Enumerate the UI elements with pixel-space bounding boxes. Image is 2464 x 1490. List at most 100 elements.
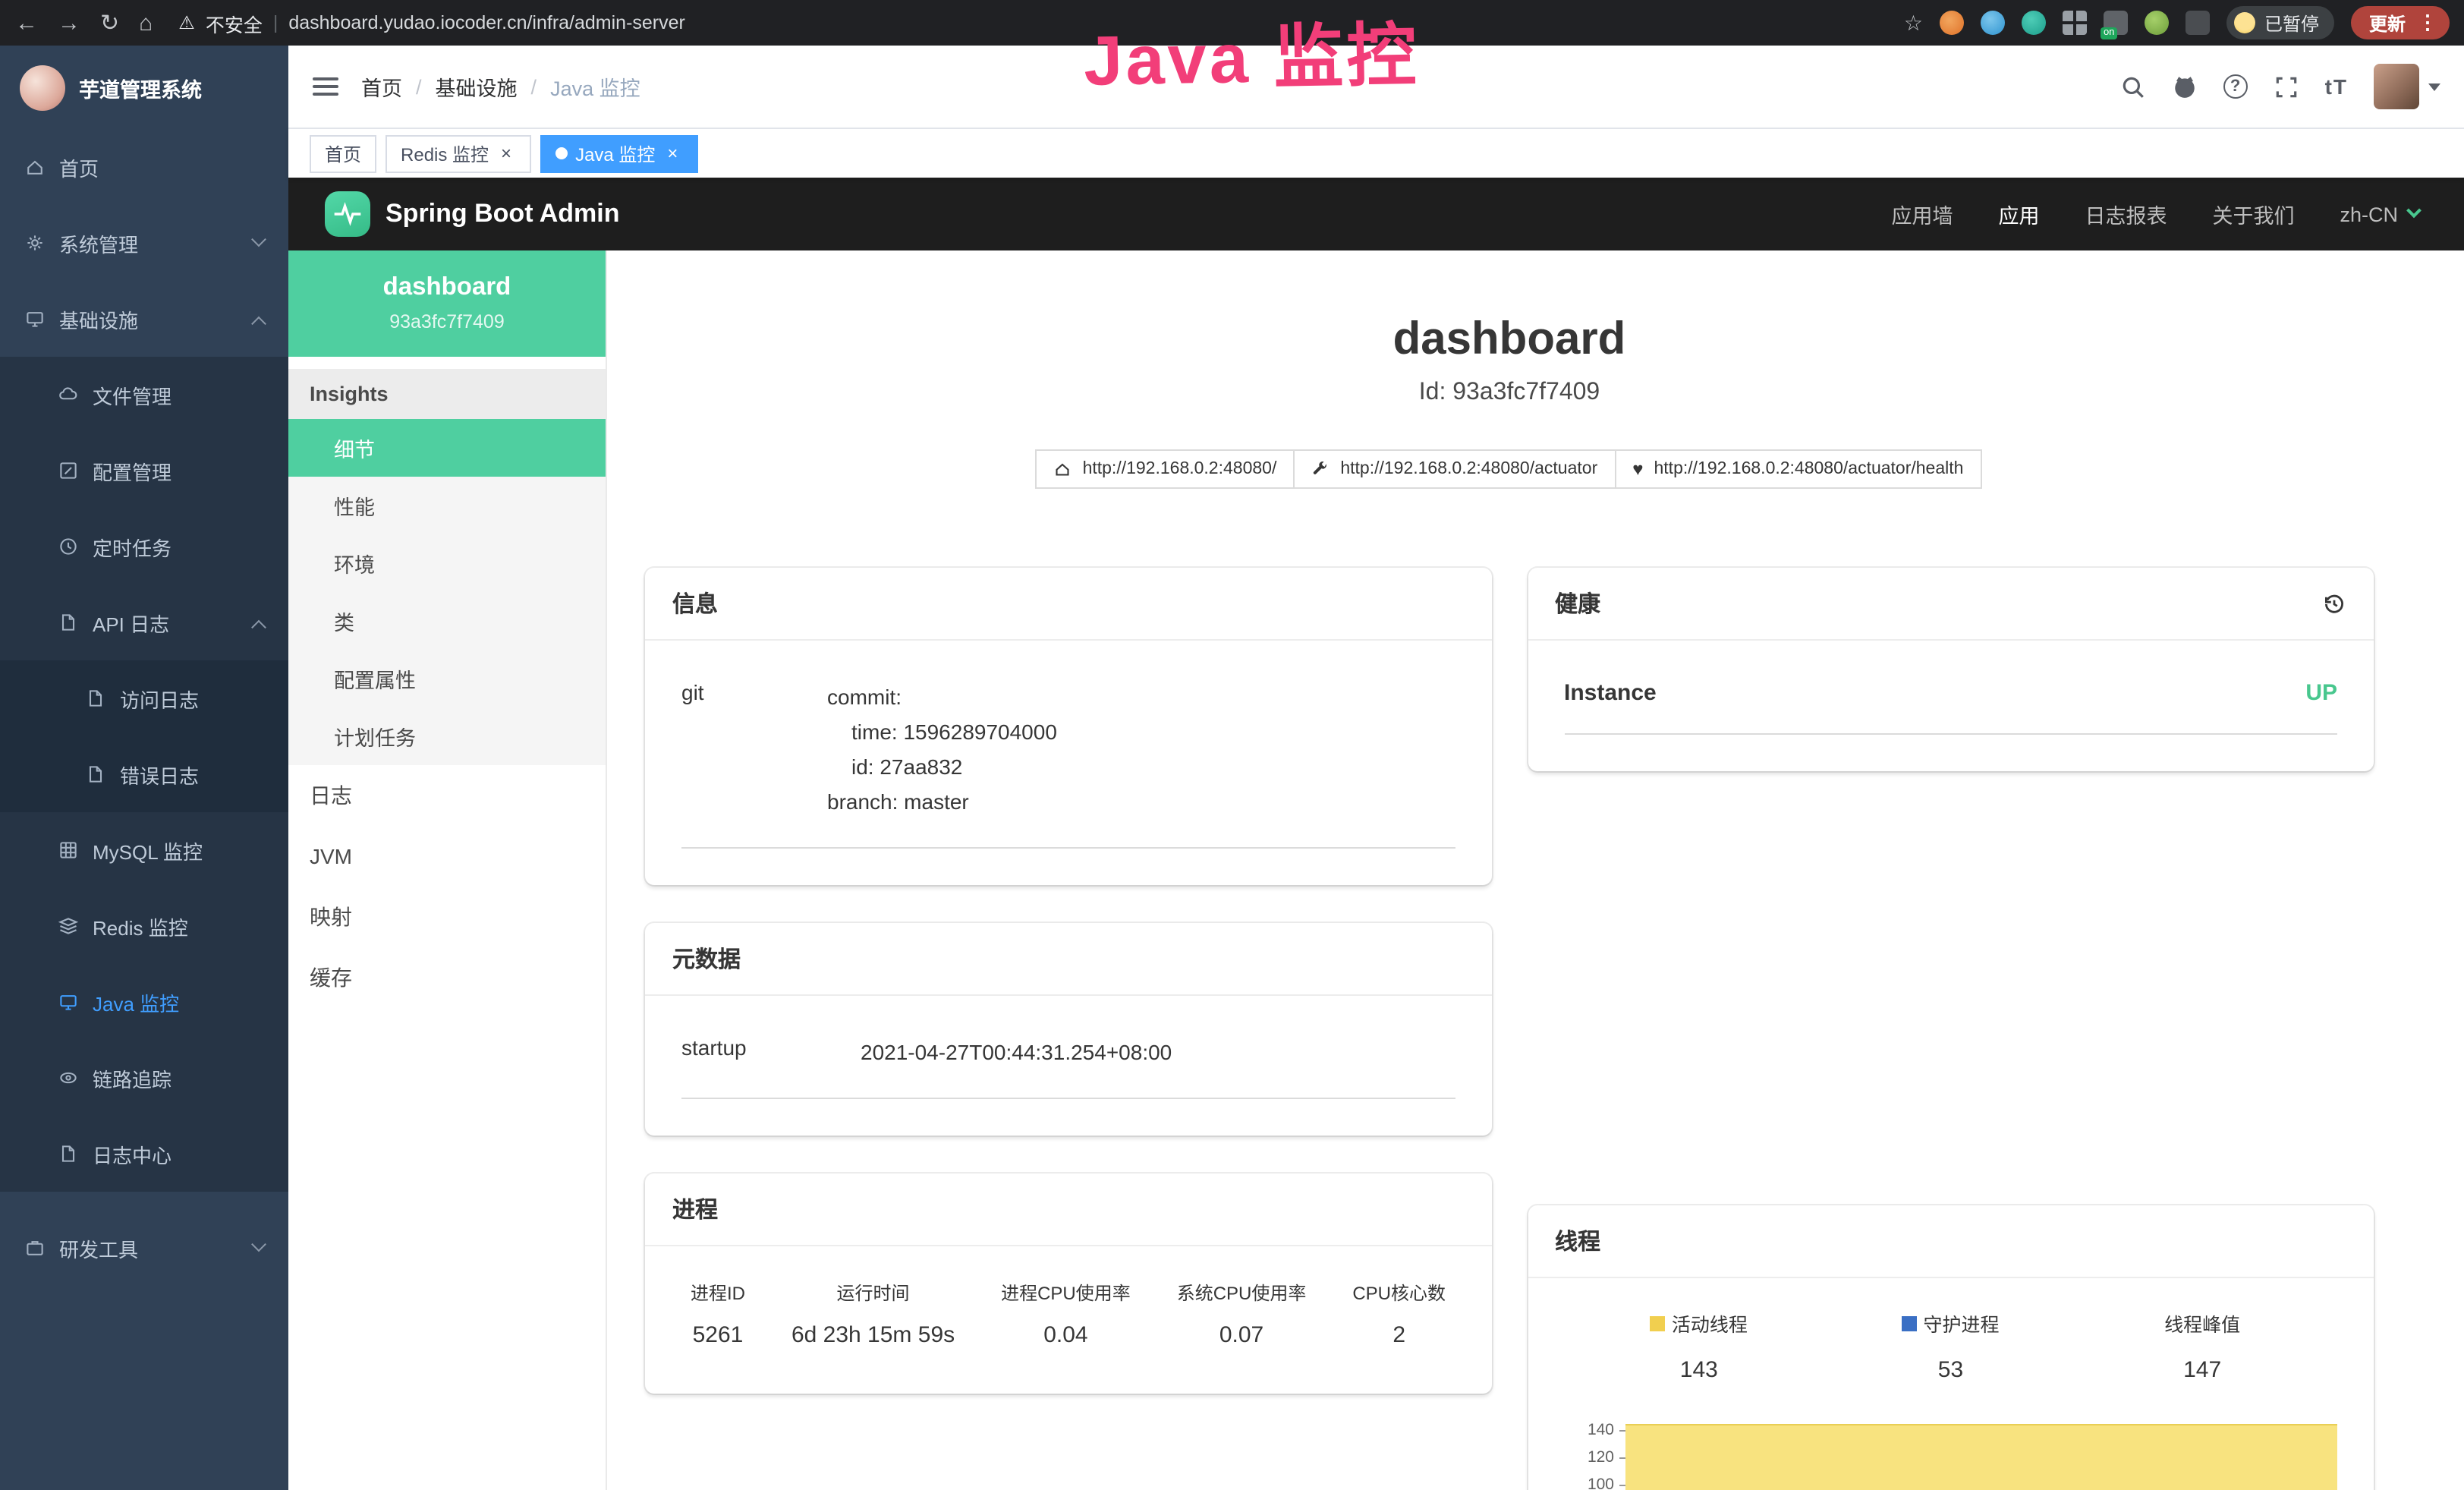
sba-instance-header[interactable]: dashboard 93a3fc7f7409: [288, 250, 606, 357]
sba-item-performance[interactable]: 性能: [288, 477, 606, 534]
live-threads-area: [1625, 1424, 2337, 1490]
clock-icon: [58, 536, 79, 557]
address-bar[interactable]: ⚠ 不安全 | dashboard.yudao.iocoder.cn/infra…: [178, 8, 685, 37]
sba-logo-icon[interactable]: [325, 191, 370, 237]
update-button[interactable]: 更新 ⋮: [2351, 6, 2450, 39]
sidebar-item-access-logs[interactable]: 访问日志: [0, 660, 288, 736]
health-card-title: 健康: [1555, 587, 1600, 619]
git-info-row: git commit: time: 1596289704000 id: 27aa…: [681, 671, 1455, 849]
app-logo-row[interactable]: 芋道管理系统: [0, 46, 288, 129]
home-icon: [1054, 460, 1072, 478]
avatar[interactable]: [2374, 64, 2419, 109]
extension-check-icon[interactable]: [2022, 11, 2046, 35]
breadcrumb-home[interactable]: 首页: [361, 71, 402, 102]
browser-actions: ☆ on 已暂停 更新 ⋮: [1904, 6, 2450, 39]
search-icon[interactable]: [2120, 74, 2146, 99]
briefcase-icon: [24, 1237, 46, 1258]
legend-peak-threads: 线程峰值 147: [2076, 1309, 2328, 1383]
sidebar-item-infrastructure[interactable]: 基础设施: [0, 281, 288, 357]
sidebar-item-log-center[interactable]: 日志中心: [0, 1116, 288, 1192]
font-size-icon[interactable]: tT: [2325, 74, 2348, 99]
sba-nav-journal[interactable]: 日志报表: [2085, 199, 2167, 229]
table-icon: [58, 840, 79, 861]
sidebar-item-file-management[interactable]: 文件管理: [0, 357, 288, 433]
extension-leaf-icon[interactable]: [2145, 11, 2169, 35]
sidebar-item-redis-monitor[interactable]: Redis 监控: [0, 888, 288, 964]
sidebar-item-error-logs[interactable]: 错误日志: [0, 736, 288, 812]
url-text[interactable]: dashboard.yudao.iocoder.cn/infra/admin-s…: [288, 12, 685, 33]
sidebar-item-tracing[interactable]: 链路追踪: [0, 1040, 288, 1116]
close-icon[interactable]: ×: [662, 143, 682, 164]
sidebar-item-java-monitor[interactable]: Java 监控: [0, 964, 288, 1040]
sidebar-item-home[interactable]: 首页: [0, 129, 288, 205]
kebab-menu-icon[interactable]: ⋮: [2418, 11, 2437, 35]
health-url-link[interactable]: ♥ http://192.168.0.2:48080/actuator/heal…: [1614, 449, 1981, 489]
sba-brand[interactable]: Spring Boot Admin: [385, 199, 620, 229]
hamburger-icon[interactable]: [313, 77, 338, 96]
github-icon[interactable]: [2172, 74, 2198, 99]
extension-on-badge: on: [2101, 27, 2117, 39]
extension-fox-icon[interactable]: [1940, 11, 1964, 35]
sba-nav-applications[interactable]: 应用: [1998, 199, 2039, 229]
dashboard-icon: [24, 156, 46, 178]
help-icon[interactable]: ?: [2223, 74, 2248, 99]
tab-home[interactable]: 首页: [310, 134, 376, 172]
document-icon: [85, 764, 106, 785]
service-url-link[interactable]: http://192.168.0.2:48080/: [1036, 449, 1295, 489]
sba-item-details[interactable]: 细节: [288, 419, 606, 477]
user-menu[interactable]: [2374, 64, 2440, 109]
extension-on-icon[interactable]: on: [2104, 11, 2128, 35]
sba-section-insights: Insights: [288, 369, 606, 419]
instance-id: Id: 93a3fc7f7409: [645, 380, 2374, 407]
home-icon[interactable]: ⌂: [139, 11, 153, 34]
extension-puzzle-icon[interactable]: [2186, 11, 2210, 35]
reload-icon[interactable]: ↻: [100, 11, 119, 34]
paused-badge[interactable]: 已暂停: [2226, 6, 2334, 39]
sidebar-item-system[interactable]: 系统管理: [0, 205, 288, 281]
fullscreen-icon[interactable]: [2274, 74, 2299, 99]
sidebar-item-dev-tools[interactable]: 研发工具: [0, 1210, 288, 1286]
admin-sidebar: 芋道管理系统 首页 系统管理 基础设施 文件管理 配: [0, 46, 288, 1490]
sba-item-mappings[interactable]: 映射: [288, 887, 606, 947]
sba-locale-select[interactable]: zh-CN: [2340, 203, 2419, 225]
tab-redis-monitor[interactable]: Redis 监控 ×: [385, 134, 531, 172]
sidebar-item-api-logs[interactable]: API 日志: [0, 584, 288, 660]
status-badge: UP: [2305, 680, 2337, 706]
sba-item-config-props[interactable]: 配置属性: [288, 650, 606, 707]
chevron-up-icon: [251, 316, 266, 331]
health-card: 健康 Instance UP: [1528, 568, 2374, 771]
sba-item-classes[interactable]: 类: [288, 592, 606, 650]
main-area: 首页 / 基础设施 / Java 监控 ? tT: [288, 46, 2464, 1490]
legend-swatch-yellow: [1651, 1315, 1666, 1331]
sba-navbar: Spring Boot Admin 应用墙 应用 日志报表 关于我们 zh-CN: [288, 178, 2464, 250]
threads-card-title: 线程: [1528, 1205, 2374, 1278]
process-stat: 进程ID 5261: [691, 1281, 745, 1349]
warning-icon: ⚠: [178, 12, 195, 33]
sidebar-item-config-management[interactable]: 配置管理: [0, 433, 288, 509]
sba-nav-about[interactable]: 关于我们: [2212, 199, 2294, 229]
wrench-icon: [1311, 460, 1330, 478]
sba-item-scheduled[interactable]: 计划任务: [288, 707, 606, 765]
sidebar-item-mysql-monitor[interactable]: MySQL 监控: [0, 812, 288, 888]
tab-java-monitor[interactable]: Java 监控 ×: [540, 134, 697, 172]
sba-nav-wall[interactable]: 应用墙: [1891, 199, 1953, 229]
instance-links: http://192.168.0.2:48080/ http://192.168…: [645, 449, 2374, 489]
sba-item-jvm[interactable]: JVM: [288, 826, 606, 887]
actuator-url-link[interactable]: http://192.168.0.2:48080/actuator: [1293, 449, 1616, 489]
sba-item-caches[interactable]: 缓存: [288, 947, 606, 1008]
security-label[interactable]: 不安全: [206, 8, 263, 37]
breadcrumb-section[interactable]: 基础设施: [436, 71, 518, 102]
sba-item-environment[interactable]: 环境: [288, 534, 606, 592]
history-icon[interactable]: [2322, 591, 2346, 616]
close-icon[interactable]: ×: [496, 143, 516, 164]
threads-chart: 140 120 100: [1564, 1416, 2337, 1490]
app-title: 芋道管理系统: [79, 72, 202, 102]
sidebar-item-scheduled-tasks[interactable]: 定时任务: [0, 509, 288, 584]
extension-drop-icon[interactable]: [1981, 11, 2005, 35]
extension-grid-icon[interactable]: [2063, 11, 2087, 35]
legend-daemon-threads: 守护进程 53: [1825, 1309, 2077, 1383]
bookmark-star-icon[interactable]: ☆: [1904, 10, 1923, 36]
sba-item-logs[interactable]: 日志: [288, 765, 606, 826]
forward-icon[interactable]: →: [58, 11, 80, 34]
back-icon[interactable]: ←: [15, 11, 38, 34]
